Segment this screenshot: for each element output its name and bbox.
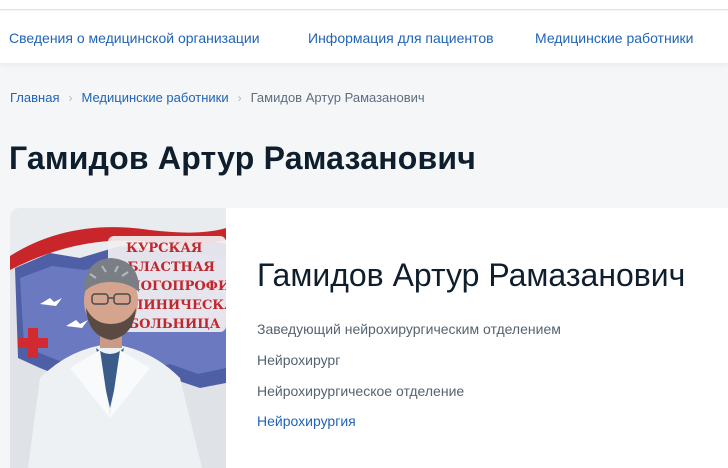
doctor-specialty: Нейрохирург (257, 352, 341, 368)
breadcrumb-section-link[interactable]: Медицинские работники (81, 90, 228, 105)
nav-item-organization-info[interactable]: Сведения о медицинской организации (9, 30, 260, 46)
doctor-position: Заведующий нейрохирургическим отделением (257, 321, 561, 337)
doctor-photo: КУРСКАЯ ОБЛАСТНАЯ МНОГОПРОФИЛЬНАЯ КЛИНИЧ… (10, 208, 226, 468)
doctor-name: Гамидов Артур Рамазанович (257, 257, 686, 293)
breadcrumb-separator-icon: › (237, 90, 242, 105)
page-title: Гамидов Артур Рамазанович (9, 140, 477, 176)
sign-text-line: КУРСКАЯ (126, 241, 202, 256)
breadcrumb-current: Гамидов Артур Рамазанович (250, 90, 425, 105)
main-navigation: Сведения о медицинской организации Инфор… (0, 11, 728, 63)
sign-text-line: БОЛЬНИЦА (128, 317, 221, 332)
breadcrumb-separator-icon: › (68, 90, 73, 105)
nav-item-medical-staff[interactable]: Медицинские работники (535, 30, 693, 46)
breadcrumb: Главная › Медицинские работники › Гамидо… (10, 90, 425, 105)
doctor-profile-link[interactable]: Нейрохирургия (257, 413, 356, 429)
doctor-department: Нейрохирургическое отделение (257, 383, 465, 399)
nav-item-patient-info[interactable]: Информация для пациентов (308, 30, 494, 46)
breadcrumb-home-link[interactable]: Главная (10, 90, 59, 105)
doctor-card: КУРСКАЯ ОБЛАСТНАЯ МНОГОПРОФИЛЬНАЯ КЛИНИЧ… (10, 208, 728, 468)
top-strip (0, 0, 728, 10)
